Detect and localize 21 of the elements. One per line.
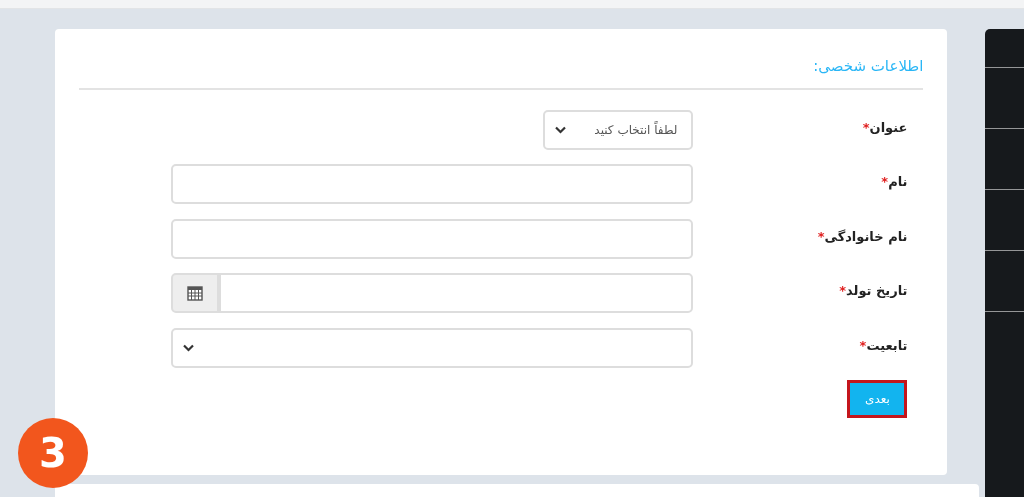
chevron-icon — [555, 125, 567, 134]
required-mark: * — [881, 173, 889, 189]
required-mark: * — [859, 336, 867, 355]
section-title: اطلاعات شخصی: — [812, 56, 924, 77]
chevron-icon — [183, 343, 195, 352]
field-label: نام خانوادگی — [824, 227, 908, 246]
field-label: عنوان — [869, 118, 908, 137]
required-mark: * — [862, 118, 870, 137]
text-field[interactable] — [171, 164, 694, 204]
calendar-button[interactable] — [171, 273, 220, 313]
text-field[interactable] — [171, 218, 694, 259]
date-field[interactable] — [219, 273, 694, 313]
required-mark: * — [839, 282, 846, 300]
select-field[interactable] — [171, 327, 694, 368]
field-label: تاریخ تولد — [846, 282, 908, 300]
required-mark: * — [817, 227, 825, 246]
select-field[interactable]: لطفاً انتخاب کنید — [543, 109, 694, 150]
field-label: تابعیت — [866, 336, 908, 355]
field-label: نام — [888, 173, 908, 192]
step-badge: 3 — [18, 418, 88, 488]
calendar-icon — [187, 285, 204, 301]
